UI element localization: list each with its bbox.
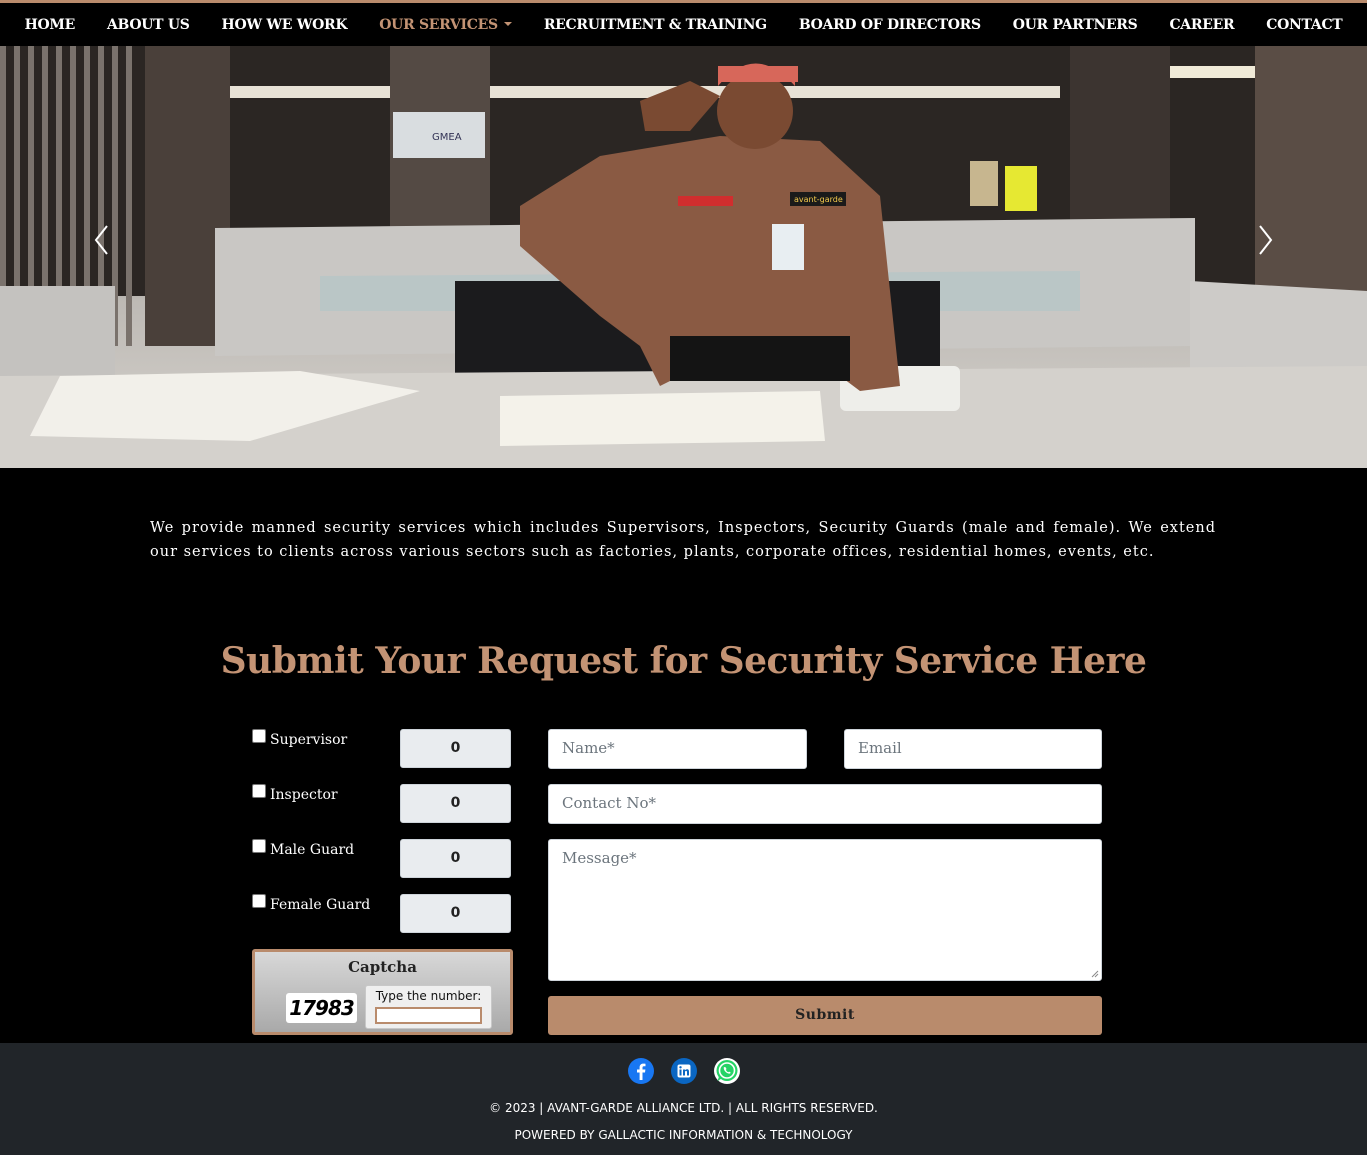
linkedin-link[interactable] <box>670 1057 698 1085</box>
submit-button[interactable]: Submit <box>548 996 1102 1035</box>
male-guard-qty-input[interactable]: 0 <box>400 839 511 878</box>
services-intro: We provide manned security services whic… <box>150 520 1216 560</box>
hero-image: GMEA avant-garde <box>0 46 1367 468</box>
nav-about-us[interactable]: ABOUT US <box>91 17 206 33</box>
name-input[interactable]: Name* <box>548 729 807 769</box>
chevron-down-icon <box>503 21 512 26</box>
copyright-text: © 2023 | AVANT-GARDE ALLIANCE LTD. | ALL… <box>489 1101 878 1115</box>
nav-our-services-label: OUR SERVICES <box>379 16 498 33</box>
nav-career[interactable]: CAREER <box>1153 17 1250 33</box>
role-male-guard-row: Male Guard <box>252 839 355 858</box>
footer: © 2023 | AVANT-GARDE ALLIANCE LTD. | ALL… <box>0 1043 1367 1155</box>
gmea-sign-text: GMEA <box>432 132 462 143</box>
resize-handle-icon[interactable] <box>1091 970 1099 978</box>
supervisor-qty-input[interactable]: 0 <box>400 729 511 768</box>
male-guard-checkbox[interactable] <box>252 839 266 853</box>
female-guard-qty-input[interactable]: 0 <box>400 894 511 933</box>
whatsapp-link[interactable] <box>713 1057 741 1085</box>
role-female-guard-row: Female Guard <box>252 894 371 913</box>
captcha-prompt: Type the number: <box>375 989 482 1003</box>
facebook-icon <box>627 1058 654 1084</box>
role-supervisor-row: Supervisor <box>252 729 348 748</box>
captcha-number: 17983 <box>286 993 357 1023</box>
captcha-input[interactable] <box>375 1007 482 1024</box>
inspector-qty-input[interactable]: 0 <box>400 784 511 823</box>
chevron-right-icon <box>1259 225 1273 255</box>
female-guard-label: Female Guard <box>270 897 371 913</box>
contact-no-input[interactable]: Contact No* <box>548 784 1102 824</box>
inspector-label: Inspector <box>270 787 338 803</box>
captcha-box: Captcha 17983 Type the number: <box>252 949 513 1035</box>
carousel-prev-button[interactable] <box>88 222 118 258</box>
social-links <box>0 1057 1367 1085</box>
main-nav: HOME ABOUT US HOW WE WORK OUR SERVICES R… <box>0 0 1367 46</box>
carousel-next-button[interactable] <box>1249 222 1279 258</box>
guard-badge-text: avant-garde <box>794 195 843 204</box>
captcha-title: Captcha <box>348 958 417 976</box>
nav-our-partners[interactable]: OUR PARTNERS <box>997 17 1154 33</box>
hero-carousel: GMEA avant-garde <box>0 46 1367 468</box>
captcha-entry-box: Type the number: <box>365 985 492 1029</box>
nav-our-services[interactable]: OUR SERVICES <box>363 17 528 33</box>
female-guard-checkbox[interactable] <box>252 894 266 908</box>
male-guard-label: Male Guard <box>270 842 355 858</box>
inspector-checkbox[interactable] <box>252 784 266 798</box>
nav-board-of-directors[interactable]: BOARD OF DIRECTORS <box>783 17 997 33</box>
email-input[interactable]: Email <box>844 729 1102 769</box>
role-inspector-row: Inspector <box>252 784 338 803</box>
nav-contact[interactable]: CONTACT <box>1250 17 1358 33</box>
facebook-link[interactable] <box>627 1057 655 1085</box>
chevron-left-icon <box>94 225 108 255</box>
nav-home[interactable]: HOME <box>9 17 91 33</box>
powered-by-text: POWERED BY GALLACTIC INFORMATION & TECHN… <box>514 1128 853 1142</box>
linkedin-icon <box>670 1058 697 1084</box>
message-textarea[interactable]: Message* <box>548 839 1102 981</box>
nav-how-we-work[interactable]: HOW WE WORK <box>206 17 364 33</box>
nav-recruitment-training[interactable]: RECRUITMENT & TRAINING <box>528 17 783 33</box>
whatsapp-icon <box>713 1058 740 1084</box>
message-placeholder: Message* <box>562 849 637 867</box>
supervisor-checkbox[interactable] <box>252 729 266 743</box>
supervisor-label: Supervisor <box>270 732 348 748</box>
form-heading: Submit Your Request for Security Service… <box>220 640 1147 682</box>
